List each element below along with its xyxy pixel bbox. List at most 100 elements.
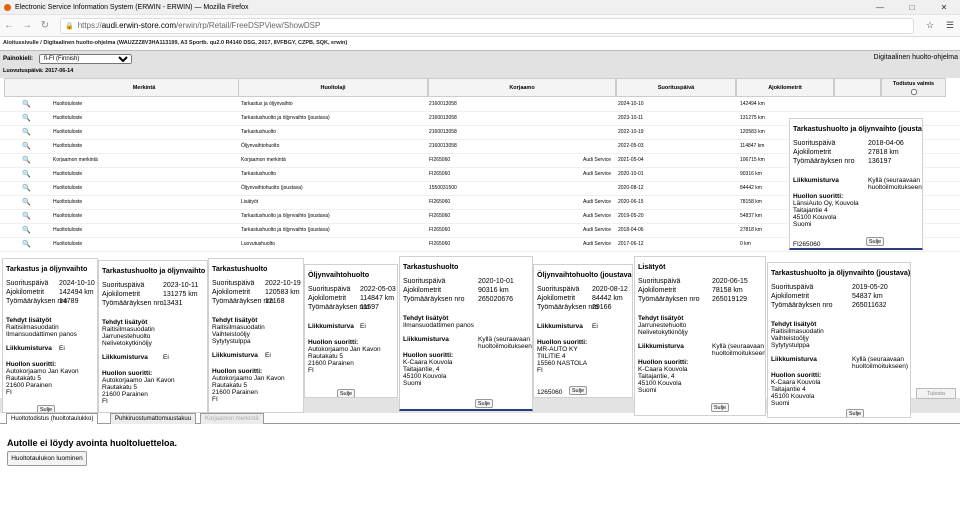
popup-by-label: Huollon suoritti: [403, 352, 454, 359]
cell-date: 2021-05-04 [618, 157, 644, 163]
cell-km: 114847 km [740, 143, 765, 149]
url-prefix: https:// [77, 21, 102, 30]
popup-by-line: K-Caara Kouvola [403, 359, 453, 366]
cell-date: 2024-10-10 [618, 101, 644, 107]
cell-km: 84442 km [740, 185, 762, 191]
close-button[interactable]: Sulje [866, 237, 884, 246]
popup-km-value: 120583 km [265, 289, 300, 296]
popup-km-value: 84442 km [592, 295, 623, 302]
cell-huoltolaji: Tarkastushuolto [241, 129, 277, 135]
magnifier-icon[interactable]: 🔍 [22, 128, 31, 136]
popup-date-value: 2022-05-03 [360, 286, 396, 293]
print-button[interactable]: Tulosta [916, 388, 956, 399]
popup-date-value: 2020-10-01 [478, 278, 514, 285]
popup-km-value: 142494 km [59, 289, 94, 296]
popup-by-line: FI [6, 389, 12, 396]
back-icon[interactable]: ← [0, 20, 18, 31]
col-header-huoltolaji[interactable]: Huoltolaji [238, 78, 428, 97]
cell-date: 2022-05-03 [618, 143, 644, 149]
popup-km-value: 54837 km [852, 293, 883, 300]
magnifier-icon[interactable]: 🔍 [22, 142, 31, 150]
maximize-icon[interactable]: □ [896, 3, 928, 12]
popup-by-line: 21600 Parainen [308, 360, 354, 367]
popup-order-value: 12168 [265, 298, 285, 305]
popup-safety-value: Kyllä (seuraavaan huoltoilmoitukseen) [868, 177, 923, 191]
popup-order-label: Työmääräyksen nro [793, 158, 855, 165]
tab-bar: Huoltotodistus (huoltotaulukko) Puhkiruo… [0, 413, 960, 424]
popup-order-value: 265011632 [852, 302, 887, 309]
forward-icon[interactable]: → [18, 20, 36, 31]
reload-icon[interactable]: ↻ [36, 20, 54, 31]
close-button[interactable]: Sulje [569, 386, 587, 395]
tab-huoltotodistus[interactable]: Huoltotodistus (huoltotaulukko) [6, 413, 99, 424]
magnifier-icon[interactable]: 🔍 [22, 114, 31, 122]
col-header-todistus[interactable]: Todistus valmis [881, 78, 946, 97]
popup-by-line: 21600 Parainen [212, 389, 258, 396]
close-button[interactable]: Sulje [711, 403, 729, 412]
magnifier-icon[interactable]: 🔍 [22, 226, 31, 234]
cell-brand: Audi Service [583, 241, 612, 247]
popup-order-value: 13431 [163, 300, 183, 307]
popup-by-line: Rautakatu 5 [6, 375, 42, 382]
popup-order-label: Työmääräyksen nro [102, 300, 164, 307]
table-row[interactable]: 🔍 Huoltotuloste Tarkastus ja öljynvaihto 21… [0, 98, 960, 112]
popup-by-line: FI [537, 367, 543, 374]
popup-safety-value: Ei [59, 345, 65, 352]
popup-order-label: Työmääräyksen nro [537, 304, 599, 311]
close-button[interactable]: Sulje [337, 389, 355, 397]
service-detail-popup: Tarkastus ja öljynvaihto Suorituspäivä 202… [2, 258, 98, 413]
tab-puhkiruostumattomuustakuu[interactable]: Puhkiruostumattomuustakuu [110, 413, 197, 424]
popup-date-label: Suorituspäivä [403, 278, 446, 285]
tab-korjaamon-merkinta[interactable]: Korjaamon merkintä [200, 413, 264, 424]
magnifier-icon[interactable]: 🔍 [22, 184, 31, 192]
popup-by-line: Rautakatu 5 [212, 382, 248, 389]
popup-by-line: Suomi [403, 380, 422, 387]
popup-footer: FI265060 [793, 241, 821, 248]
popup-safety-value: Ei [360, 323, 366, 330]
service-detail-popup: Tarkastushuolto ja öljynvaihto (joustava… [789, 118, 923, 250]
minimize-icon[interactable]: — [864, 3, 896, 12]
popup-by-line: Autokorjaamo Jan Kavon [102, 377, 175, 384]
col-header-suorituspaiva[interactable]: Suorituspäivä [616, 78, 736, 97]
popup-date-value: 2022-10-19 [265, 280, 301, 287]
popup-title: Tarkastushuolto [403, 262, 459, 271]
breadcrumb[interactable]: Aloitussivulle / Digitaalinen huolto-ohj… [0, 37, 960, 49]
cell-merkinta: Huoltotuloste [53, 101, 83, 107]
todistus-checkbox[interactable] [910, 88, 917, 95]
magnifier-icon[interactable]: 🔍 [22, 100, 31, 108]
popup-safety-value: Kyllä (seuraavaan huoltoilmoitukseen) [852, 356, 909, 370]
cell-merkinta: Huoltotuloste [53, 213, 83, 219]
service-detail-popup: Tarkastushuolto Suorituspäivä 2022-10-19 Aj… [208, 258, 304, 413]
popup-extra-item: Jarrunestehuolto [638, 322, 687, 329]
popup-by-line: 15560 NASTOLA [537, 360, 588, 367]
menu-icon[interactable]: ☰ [940, 20, 960, 31]
star-icon[interactable]: ☆ [920, 20, 940, 31]
popup-order-value: 14789 [59, 298, 79, 305]
popup-date-label: Suorituspäivä [771, 284, 814, 291]
popup-date-label: Suorituspäivä [537, 286, 580, 293]
magnifier-icon[interactable]: 🔍 [22, 156, 31, 164]
magnifier-icon[interactable]: 🔍 [22, 170, 31, 178]
cell-merkinta: Huoltotuloste [53, 143, 83, 149]
close-button[interactable]: Sulje [475, 399, 493, 408]
popup-order-label: Työmääräyksen nro [771, 302, 833, 309]
col-header-ajokilometrit[interactable]: Ajokilometrit [736, 78, 834, 97]
popup-safety-label: Liikkumisturva [212, 352, 258, 359]
popup-safety-label: Liikkumisturva [537, 323, 583, 330]
popup-extra-item: Sytytystulppa [771, 342, 810, 349]
magnifier-icon[interactable]: 🔍 [22, 212, 31, 220]
cell-brand: Audi Service [583, 227, 612, 233]
col-header-korjaamo[interactable]: Korjaamo [428, 78, 616, 97]
cell-km: 54837 km [740, 213, 762, 219]
magnifier-icon[interactable]: 🔍 [22, 198, 31, 206]
popup-title: Tarkastushuolto ja öljynvaihto (joustava… [771, 268, 911, 277]
language-select[interactable]: fi-FI (Finnish) [39, 54, 132, 64]
url-bar[interactable]: 🔒 https://audi.erwin-store.com/erwin/rp/… [60, 17, 914, 34]
popup-order-label: Työmääräyksen nro [638, 296, 700, 303]
close-button[interactable]: Sulje [37, 405, 55, 412]
create-service-table-button[interactable]: Huoltotaulukon luominen [7, 451, 87, 466]
popup-km-label: Ajokilometrit [638, 287, 677, 294]
cell-huoltolaji: Tarkastushuolto ja öljynvaihto (joustava… [241, 213, 330, 219]
close-icon[interactable]: ✕ [928, 3, 960, 12]
magnifier-icon[interactable]: 🔍 [22, 240, 31, 248]
